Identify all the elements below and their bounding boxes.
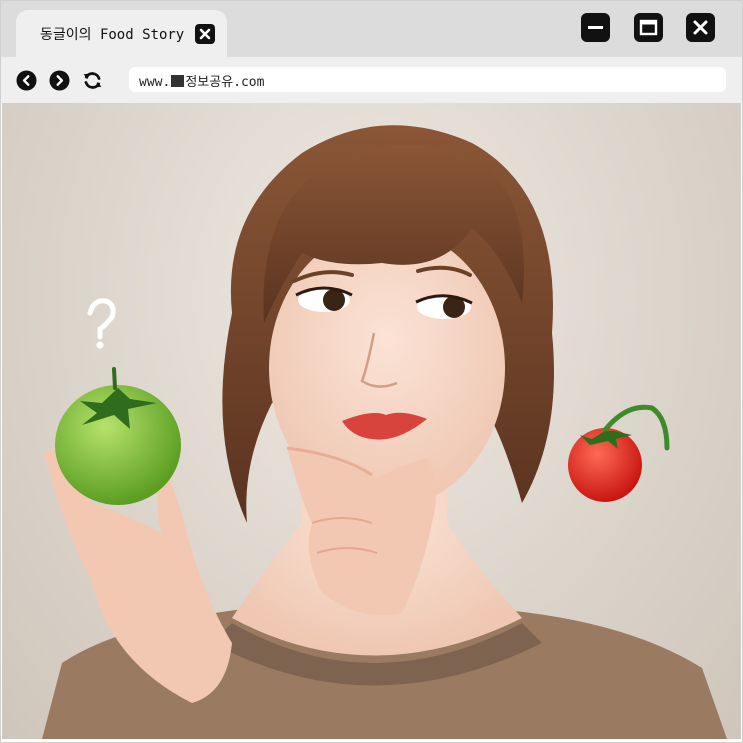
chevron-right-icon: [49, 70, 70, 91]
page-content: [2, 103, 741, 739]
close-icon: [693, 20, 708, 35]
address-bar[interactable]: www. 정보공유.com: [129, 67, 726, 92]
red-tomato-icon: [568, 404, 670, 502]
browser-tab[interactable]: 동글이의 Food Story: [16, 10, 227, 57]
back-button[interactable]: [16, 70, 37, 91]
site-favicon: [171, 75, 185, 87]
tab-bar: 동글이의 Food Story: [0, 0, 743, 57]
question-mark-icon: [87, 298, 116, 349]
close-button[interactable]: [686, 13, 715, 42]
browser-window: 동글이의 Food Story www. 정보공유.com: [0, 0, 743, 743]
tab-title: 동글이의 Food Story: [40, 27, 185, 43]
forward-button[interactable]: [49, 70, 70, 91]
chevron-left-icon: [16, 70, 37, 91]
toolbar: www. 정보공유.com: [0, 57, 743, 103]
minimize-icon: [588, 26, 603, 29]
hero-illustration: [42, 125, 727, 739]
tab-close-icon[interactable]: [195, 24, 215, 44]
green-tomato-icon: [55, 367, 181, 505]
minimize-button[interactable]: [581, 13, 610, 42]
reload-button[interactable]: [82, 70, 103, 91]
maximize-icon: [639, 19, 658, 36]
refresh-icon: [83, 72, 102, 89]
maximize-button[interactable]: [634, 13, 663, 42]
address-url: www. 정보공유.com: [139, 75, 265, 90]
